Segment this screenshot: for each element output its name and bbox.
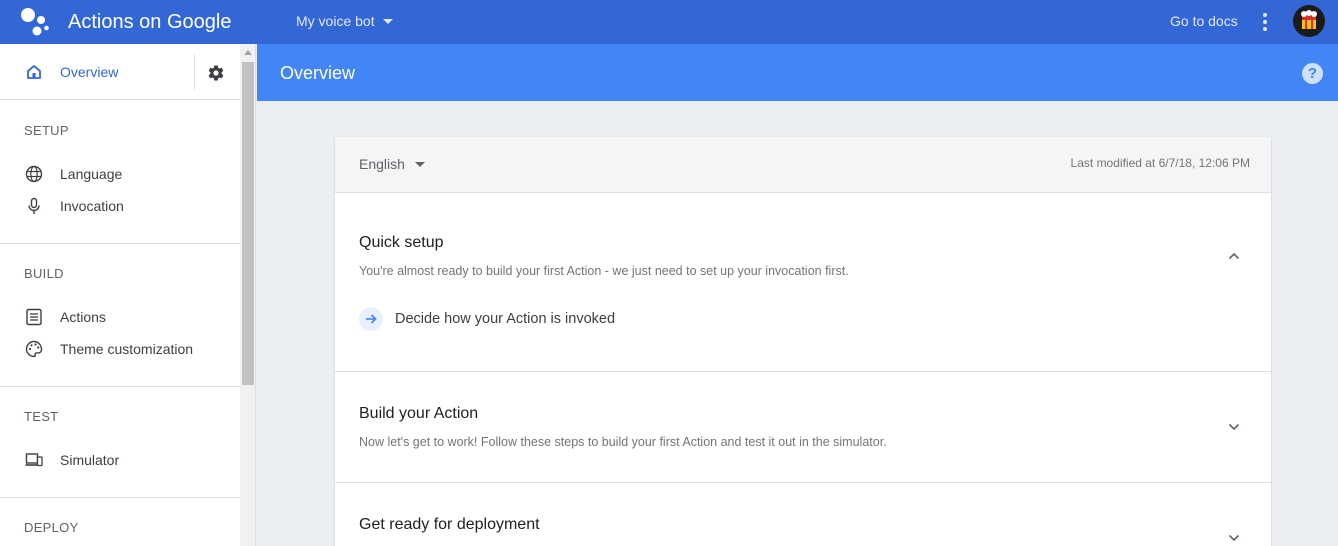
palette-icon xyxy=(25,340,43,358)
more-options-icon[interactable] xyxy=(1259,12,1271,32)
divider xyxy=(0,497,240,498)
panel-title[interactable]: Build your Action xyxy=(359,405,478,423)
avatar[interactable] xyxy=(1293,5,1325,37)
sidebar-item-label: Actions xyxy=(60,309,106,325)
sidebar-item-invocation[interactable]: Invocation xyxy=(0,191,239,221)
help-icon[interactable]: ? xyxy=(1302,63,1323,84)
sidebar-item-label: Language xyxy=(60,166,123,182)
microphone-icon xyxy=(28,197,40,214)
sidebar-item-overview[interactable]: Overview xyxy=(0,44,195,100)
step-label: Decide how your Action is invoked xyxy=(395,311,616,327)
home-icon xyxy=(27,65,41,79)
gear-icon[interactable] xyxy=(207,64,225,82)
dropdown-arrow-icon xyxy=(414,161,425,167)
scrollbar-thumb[interactable] xyxy=(242,62,254,385)
section-heading-build: BUILD xyxy=(24,266,64,281)
last-modified-text: Last modified at 6/7/18, 12:06 PM xyxy=(1070,156,1250,170)
sidebar-scrollbar[interactable] xyxy=(240,44,256,546)
page-header: Overview ? xyxy=(257,44,1338,101)
globe-icon xyxy=(25,165,43,183)
arrow-right-icon xyxy=(359,307,383,331)
sidebar-item-simulator[interactable]: Simulator xyxy=(0,445,239,475)
section-heading-test: TEST xyxy=(24,409,59,424)
assistant-logo-icon[interactable] xyxy=(20,6,50,36)
sidebar-item-label: Simulator xyxy=(60,452,120,468)
sidebar: Overview SETUP Language Invocation BUILD xyxy=(0,44,240,546)
go-to-docs-link[interactable]: Go to docs xyxy=(1170,13,1238,29)
dropdown-arrow-icon xyxy=(382,18,393,24)
panel-get-ready-for-deployment: Get ready for deployment xyxy=(335,483,1271,546)
chevron-up-icon[interactable] xyxy=(1228,250,1240,262)
sidebar-item-label: Overview xyxy=(60,64,119,80)
panel-description: You're almost ready to build your first … xyxy=(359,264,849,278)
panel-quick-setup: Quick setup You're almost ready to build… xyxy=(335,193,1271,372)
project-name: My voice bot xyxy=(296,13,375,29)
chevron-down-icon[interactable] xyxy=(1228,421,1240,433)
panel-title[interactable]: Quick setup xyxy=(359,234,443,252)
sidebar-item-actions[interactable]: Actions xyxy=(0,302,239,332)
list-icon xyxy=(26,308,42,326)
scroll-up-icon[interactable] xyxy=(244,50,252,55)
devices-icon xyxy=(25,453,43,467)
sidebar-item-language[interactable]: Language xyxy=(0,159,239,189)
language-selector[interactable]: English xyxy=(359,156,425,172)
sidebar-item-label: Invocation xyxy=(60,198,124,214)
step-decide-invocation[interactable]: Decide how your Action is invoked xyxy=(359,307,615,331)
panel-title[interactable]: Get ready for deployment xyxy=(359,516,540,534)
section-heading-setup: SETUP xyxy=(24,123,69,138)
divider xyxy=(194,54,195,90)
divider xyxy=(0,386,240,387)
sidebar-item-label: Theme customization xyxy=(60,341,194,357)
page-title: Overview xyxy=(280,63,356,83)
selected-language: English xyxy=(359,156,405,172)
app-title[interactable]: Actions on Google xyxy=(68,11,231,34)
project-selector[interactable]: My voice bot xyxy=(296,13,393,29)
overview-card: English Last modified at 6/7/18, 12:06 P… xyxy=(335,137,1271,546)
divider xyxy=(0,243,240,244)
panel-description: Now let's get to work! Follow these step… xyxy=(359,435,887,449)
top-app-bar: Actions on Google My voice bot Go to doc… xyxy=(0,0,1338,44)
avatar-image xyxy=(1301,10,1317,29)
card-header: English Last modified at 6/7/18, 12:06 P… xyxy=(335,137,1271,193)
section-heading-deploy: DEPLOY xyxy=(24,520,79,535)
sidebar-overview-row: Overview xyxy=(0,44,240,100)
sidebar-item-theme-customization[interactable]: Theme customization xyxy=(0,334,239,364)
chevron-down-icon[interactable] xyxy=(1228,532,1240,544)
panel-build-your-action: Build your Action Now let's get to work!… xyxy=(335,372,1271,483)
